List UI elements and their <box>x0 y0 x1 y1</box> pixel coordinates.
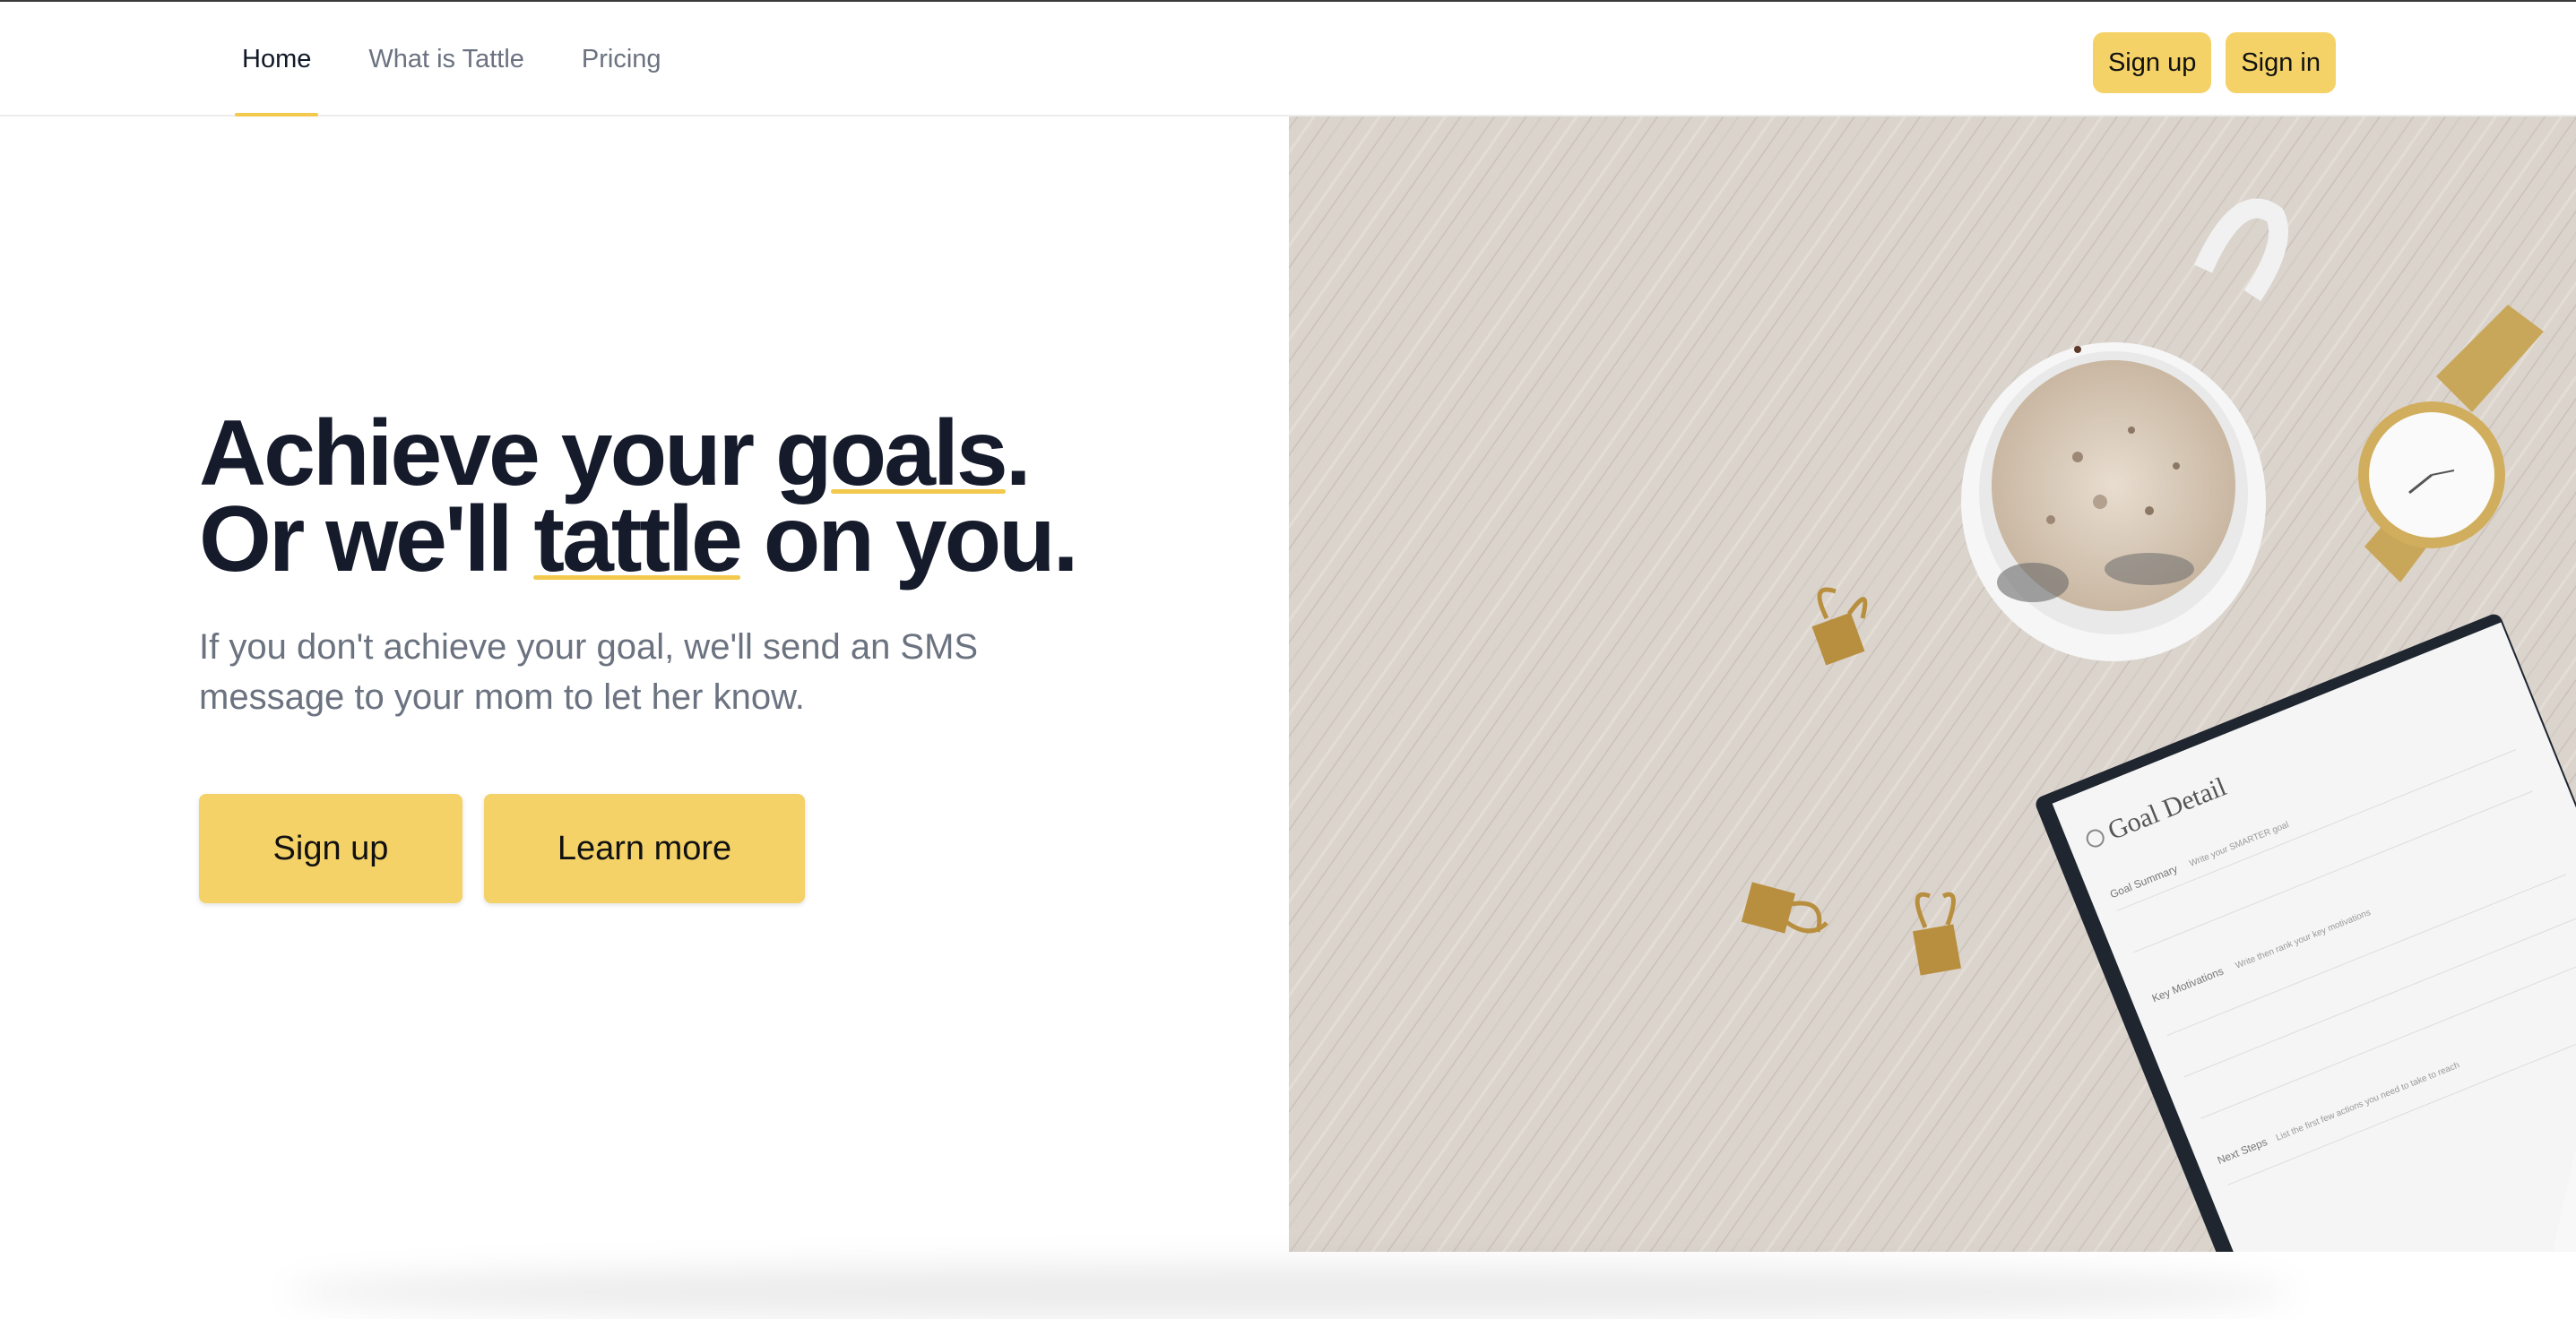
headline-text: Or we'll <box>199 487 534 591</box>
hero-photo: Goal Detail Goal Summary Write your SMAR… <box>1289 116 2576 1252</box>
hero-subtitle: If you don't achieve your goal, we'll se… <box>199 627 979 717</box>
hero-sign-up-button[interactable]: Sign up <box>199 794 462 903</box>
main-nav: Home What is Tattle Pricing <box>234 2 719 116</box>
top-nav-bar: Home What is Tattle Pricing Sign up Sign… <box>0 2 2576 116</box>
header-sign-up-button[interactable]: Sign up <box>2092 32 2212 93</box>
nav-pricing[interactable]: Pricing <box>582 2 661 116</box>
nav-what-is-tattle[interactable]: What is Tattle <box>368 2 524 116</box>
header-auth-buttons: Sign up Sign in <box>2092 32 2336 93</box>
hero-headline: Achieve your goals. Or we'll tattle on y… <box>199 401 1257 591</box>
desk-photo-illustration: Goal Detail Goal Summary Write your SMAR… <box>1289 116 2576 1252</box>
header-sign-in-button[interactable]: Sign in <box>2226 32 2336 93</box>
nav-home[interactable]: Home <box>234 2 319 116</box>
hero-learn-more-button[interactable]: Learn more <box>484 794 805 903</box>
headline-underlined-tattle: tattle <box>533 487 743 591</box>
bottom-card-shadow <box>287 1265 2295 1319</box>
hero-section: Achieve your goals. Or we'll tattle on y… <box>199 401 1257 903</box>
hero-cta-row: Sign up Learn more <box>199 794 1257 903</box>
headline-underlined-goals: goals <box>775 401 1008 505</box>
